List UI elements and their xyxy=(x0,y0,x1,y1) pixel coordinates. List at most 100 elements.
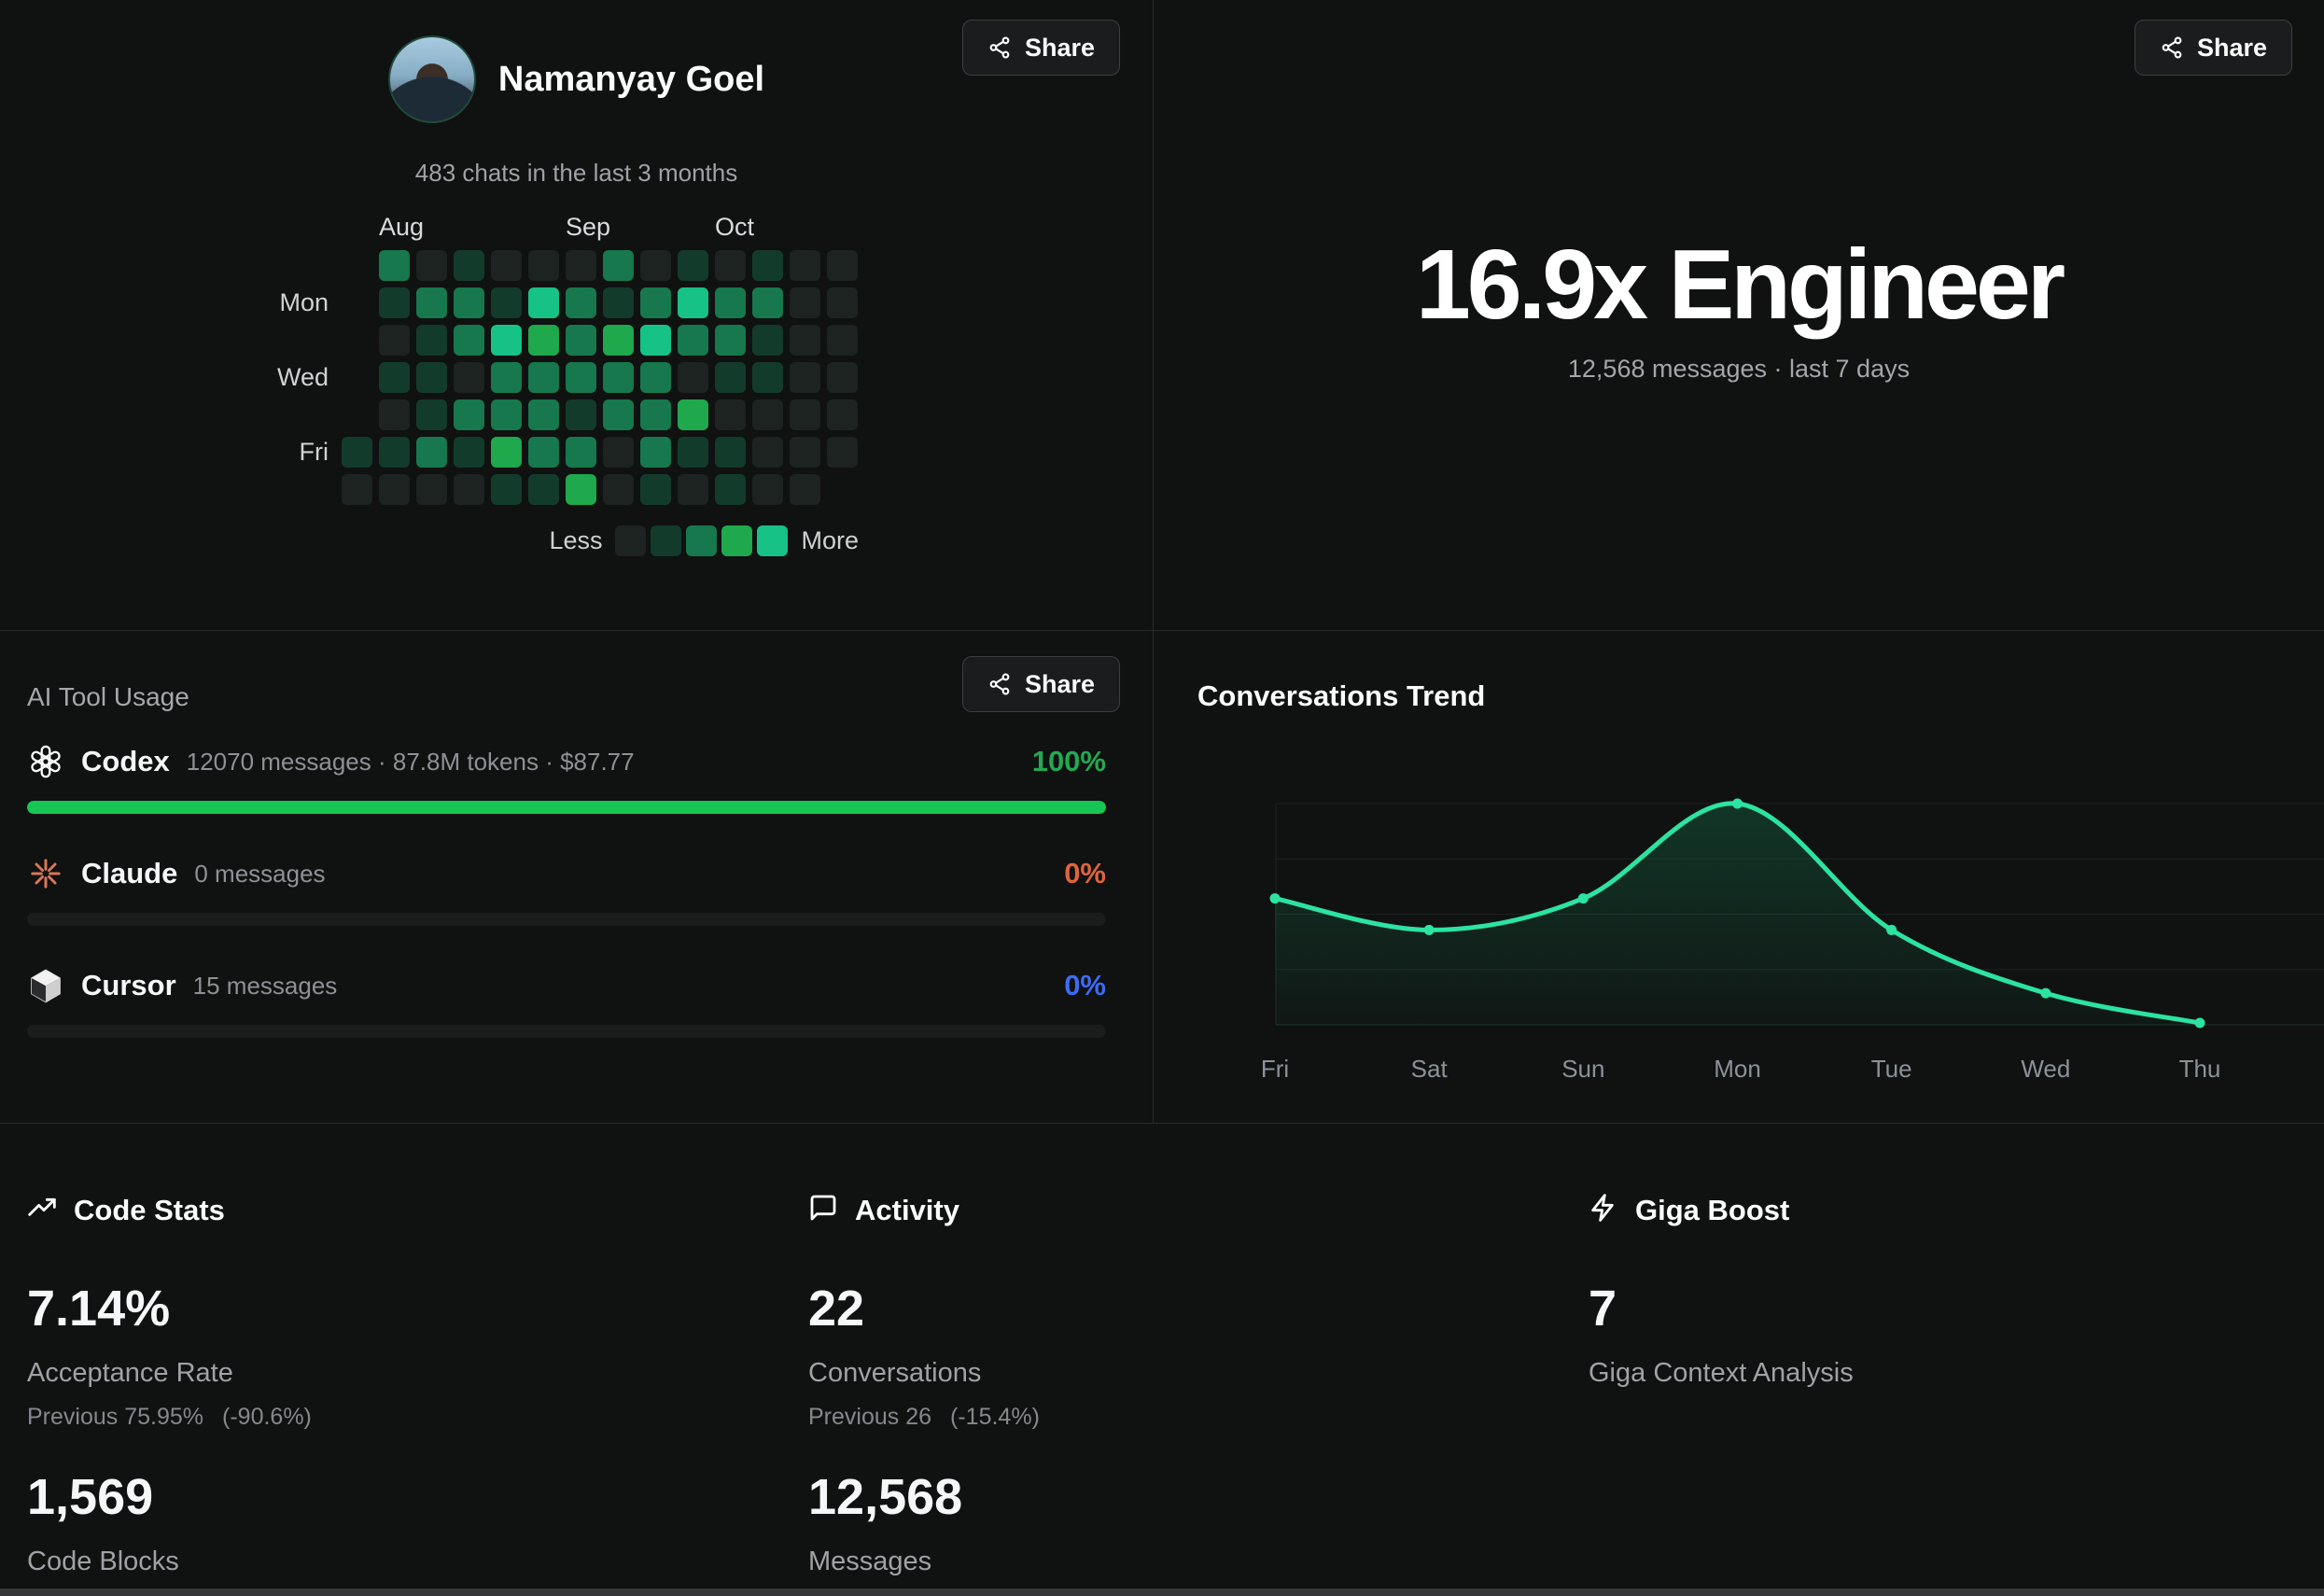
heatmap-cell xyxy=(752,362,783,393)
heatmap-cell xyxy=(454,362,484,393)
svg-text:Tue: Tue xyxy=(1871,1055,1912,1083)
heatmap-cell xyxy=(491,437,522,468)
stat-header: Giga Boost xyxy=(1635,1194,1789,1227)
heatmap-cell xyxy=(454,250,484,281)
tool-percent: 0% xyxy=(1064,857,1106,890)
legend-swatches xyxy=(615,525,788,556)
heatmap-cell xyxy=(640,250,671,281)
profile-share-button[interactable]: Share xyxy=(962,20,1120,76)
share-icon xyxy=(987,35,1012,60)
contribution-heatmap: AugSepOct MonWedFri Less More xyxy=(271,213,859,556)
stat-primary-label: Conversations xyxy=(808,1358,1543,1389)
legend-swatch xyxy=(615,525,646,556)
svg-text:Mon: Mon xyxy=(1714,1055,1761,1083)
heatmap-cell xyxy=(790,362,820,393)
legend-more-label: More xyxy=(801,526,859,555)
svg-text:Thu: Thu xyxy=(2179,1055,2221,1083)
heatmap-cell xyxy=(566,399,596,430)
trend-title: Conversations Trend xyxy=(1197,679,1485,713)
heatmap-cell xyxy=(342,474,372,505)
tools-share-button[interactable]: Share xyxy=(962,656,1120,712)
heatmap-cell xyxy=(416,399,447,430)
heatmap-cell xyxy=(454,287,484,318)
heatmap-cell xyxy=(603,474,634,505)
heatmap-cell xyxy=(715,362,746,393)
heatmap-cell xyxy=(603,250,634,281)
heatmap-cell xyxy=(416,325,447,356)
heatmap-cell xyxy=(715,250,746,281)
heatmap-cell xyxy=(790,250,820,281)
heatmap-cell xyxy=(566,362,596,393)
heatmap-cell xyxy=(528,437,559,468)
tool-progress-track xyxy=(27,913,1106,926)
heatmap-cell xyxy=(678,399,708,430)
heatmap-cell xyxy=(827,287,858,318)
heatmap-cell xyxy=(790,287,820,318)
heatmap-cell xyxy=(528,399,559,430)
heatmap-cell xyxy=(566,474,596,505)
heatmap-cell xyxy=(678,250,708,281)
heatmap-cell xyxy=(379,287,410,318)
heatmap-cell xyxy=(752,287,783,318)
heatmap-cell xyxy=(379,437,410,468)
heatmap-cell xyxy=(454,437,484,468)
heatmap-cell xyxy=(603,287,634,318)
heatmap-cell xyxy=(827,437,858,468)
stat-primary-value: 22 xyxy=(808,1283,1543,1334)
heatmap-cell xyxy=(416,362,447,393)
tool-percent: 100% xyxy=(1032,745,1106,778)
profile-subtitle: 483 chats in the last 3 months xyxy=(0,159,1153,188)
heatmap-grid xyxy=(342,250,859,505)
heatmap-cell xyxy=(640,474,671,505)
tool-meta: 15 messages xyxy=(193,972,338,1001)
heatmap-day-label: Fri xyxy=(271,437,329,468)
heatmap-cell xyxy=(678,474,708,505)
heatmap-cell xyxy=(640,287,671,318)
heatmap-cell xyxy=(491,287,522,318)
heatmap-cell xyxy=(566,287,596,318)
heatmap-cell xyxy=(790,474,820,505)
legend-swatch xyxy=(721,525,752,556)
avatar xyxy=(388,35,476,123)
heatmap-month-labels: AugSepOct xyxy=(271,213,859,250)
stat-previous: Previous 26 xyxy=(808,1404,931,1430)
activity-column: Activity 22 Conversations Previous 26(-1… xyxy=(781,1124,1561,1589)
legend-swatch xyxy=(686,525,717,556)
heatmap-cell xyxy=(491,325,522,356)
hero-share-button[interactable]: Share xyxy=(2135,20,2292,76)
heatmap-cell xyxy=(715,437,746,468)
heatmap-cell xyxy=(416,250,447,281)
stat-primary-value: 7.14% xyxy=(27,1283,763,1334)
heatmap-cell xyxy=(678,287,708,318)
svg-text:Sat: Sat xyxy=(1411,1055,1449,1083)
cursor-logo-icon xyxy=(27,967,64,1004)
heatmap-cell xyxy=(827,325,858,356)
hero-subtitle: 12,568 messages · last 7 days xyxy=(1568,355,1910,384)
message-square-icon xyxy=(808,1193,838,1227)
heatmap-cell xyxy=(715,287,746,318)
profile-name: Namanyay Goel xyxy=(498,60,764,100)
heatmap-cell xyxy=(752,325,783,356)
heatmap-cell xyxy=(454,325,484,356)
heatmap-cell xyxy=(678,362,708,393)
heatmap-cell xyxy=(640,437,671,468)
stat-header: Activity xyxy=(855,1194,959,1227)
tool-row-cursor: Cursor 15 messages 0% xyxy=(27,967,1106,1004)
tool-progress-track xyxy=(27,801,1106,814)
claude-logo-icon xyxy=(27,855,64,892)
heatmap-cell xyxy=(342,437,372,468)
bottom-scrollbar[interactable] xyxy=(0,1589,2324,1596)
hero-title: 16.9x Engineer xyxy=(1416,229,2062,342)
heatmap-cell xyxy=(528,325,559,356)
heatmap-legend: Less More xyxy=(271,525,859,556)
heatmap-cell xyxy=(416,287,447,318)
tool-row-claude: Claude 0 messages 0% xyxy=(27,855,1106,892)
heatmap-cell xyxy=(752,399,783,430)
conversations-trend-card: FriSatSunMonTueWedThu Conversations Tren… xyxy=(1154,631,2324,1123)
tool-name: Claude xyxy=(81,857,177,890)
heatmap-cell xyxy=(416,437,447,468)
stat-primary-label: Giga Context Analysis xyxy=(1589,1358,2305,1389)
tool-meta: 0 messages xyxy=(194,860,325,889)
heatmap-cell xyxy=(528,474,559,505)
stat-delta: (-90.6%) xyxy=(222,1404,312,1430)
